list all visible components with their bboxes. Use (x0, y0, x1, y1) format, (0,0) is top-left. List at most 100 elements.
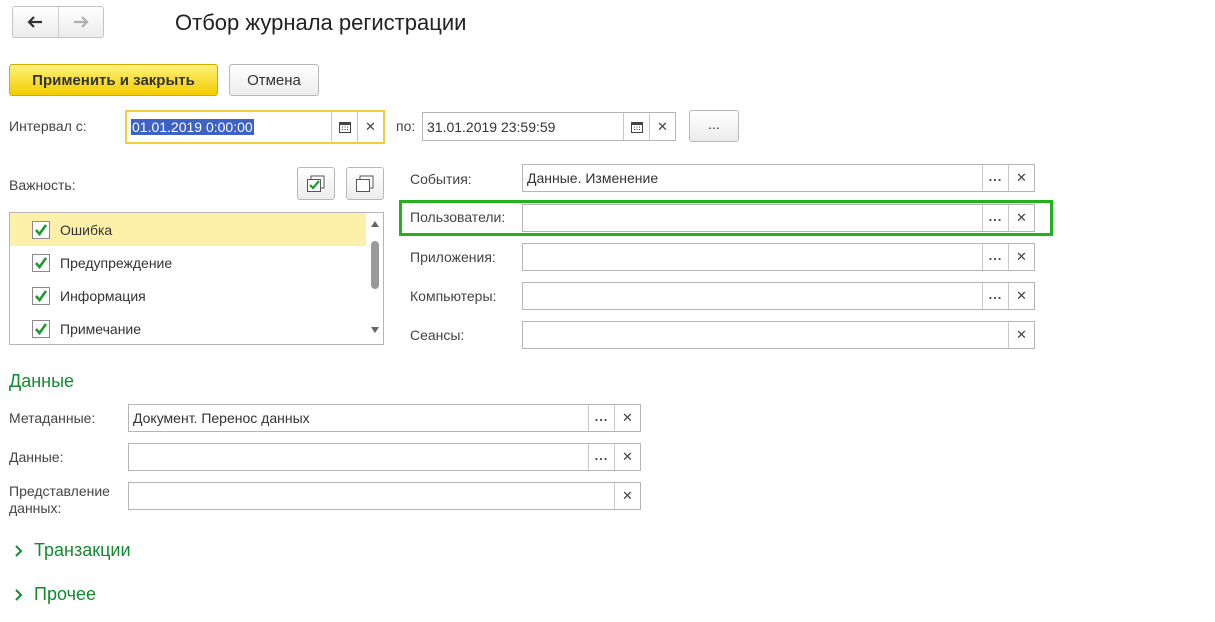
list-item-label: Предупреждение (60, 254, 173, 271)
uncheck-all-button[interactable] (346, 167, 384, 200)
applications-field[interactable]: ... ✕ (522, 243, 1035, 271)
interval-from-field[interactable]: 01.01.2019 0:00:00 ✕ (125, 110, 385, 144)
clear-button[interactable]: ✕ (1008, 165, 1034, 191)
metadata-field[interactable]: Документ. Перенос данных ... ✕ (128, 404, 641, 432)
clear-button[interactable]: ✕ (614, 483, 640, 509)
sessions-field[interactable]: ✕ (522, 321, 1035, 349)
checkbox[interactable] (32, 220, 50, 239)
chevron-right-icon (15, 588, 23, 601)
close-icon: ✕ (657, 118, 668, 134)
select-button[interactable]: ... (982, 283, 1008, 309)
close-icon: ✕ (1016, 170, 1027, 185)
sessions-value[interactable] (523, 322, 1008, 348)
select-button[interactable]: ... (982, 205, 1008, 231)
interval-to-field[interactable]: 31.01.2019 23:59:59 ✕ (422, 112, 676, 141)
calendar-icon (630, 121, 643, 133)
users-value[interactable] (523, 205, 982, 231)
select-button[interactable]: ... (982, 165, 1008, 191)
scroll-thumb[interactable] (371, 241, 379, 289)
close-icon: ✕ (1016, 249, 1027, 264)
checkbox[interactable] (32, 319, 50, 338)
data-presentation-label-line2: данных: (9, 500, 62, 516)
sessions-label: Сеансы: (410, 327, 465, 343)
interval-to-label: по: (396, 118, 416, 134)
data-field[interactable]: ... ✕ (128, 443, 641, 471)
list-item-label: Информация (60, 287, 146, 304)
data-value[interactable] (129, 444, 588, 470)
checkbox[interactable] (32, 253, 50, 272)
select-button[interactable]: ... (588, 444, 614, 470)
uncheck-all-icon (356, 175, 374, 192)
metadata-label: Метаданные: (9, 410, 96, 426)
clear-button[interactable]: ✕ (614, 444, 640, 470)
data-presentation-field[interactable]: ✕ (128, 482, 641, 510)
clear-button[interactable]: ✕ (1008, 283, 1034, 309)
interval-from-label: Интервал с: (9, 118, 87, 134)
clear-button[interactable]: ✕ (649, 113, 675, 140)
cancel-button[interactable]: Отмена (229, 64, 319, 96)
clear-button[interactable]: ✕ (1008, 244, 1034, 270)
other-group-header[interactable]: Прочее (14, 584, 96, 605)
users-label: Пользователи: (410, 209, 506, 225)
data-label: Данные: (9, 449, 64, 465)
clear-button[interactable]: ✕ (614, 405, 640, 431)
close-icon: ✕ (622, 488, 633, 503)
computers-field[interactable]: ... ✕ (522, 282, 1035, 310)
data-presentation-label: Представление данных: (9, 483, 110, 517)
importance-label: Важность: (9, 177, 76, 193)
check-all-button[interactable] (297, 167, 335, 200)
data-presentation-value[interactable] (129, 483, 614, 509)
data-section-title: Данные (9, 371, 75, 391)
clear-button[interactable]: ✕ (1008, 322, 1034, 348)
close-icon: ✕ (1016, 327, 1027, 342)
checkbox[interactable] (32, 286, 50, 305)
users-field[interactable]: ... ✕ (522, 204, 1035, 232)
checkmark-icon (35, 223, 48, 236)
list-item-label: Ошибка (60, 221, 113, 238)
calendar-button[interactable] (623, 113, 649, 140)
clear-button[interactable]: ✕ (357, 112, 383, 142)
arrow-right-icon (73, 16, 89, 28)
events-value[interactable]: Данные. Изменение (523, 165, 982, 191)
close-icon: ✕ (1016, 288, 1027, 303)
calendar-icon (338, 122, 351, 133)
checkmark-icon (35, 256, 48, 269)
checkmark-icon (35, 322, 48, 335)
scroll-down-icon[interactable] (371, 327, 379, 333)
checkmark-icon (35, 289, 48, 302)
close-icon: ✕ (365, 119, 376, 134)
calendar-button[interactable] (331, 112, 357, 142)
other-group-title: Прочее (34, 584, 96, 604)
interval-from-value[interactable]: 01.01.2019 0:00:00 (127, 112, 331, 142)
forward-button[interactable] (57, 7, 104, 37)
arrow-left-icon (27, 16, 43, 28)
check-all-icon (307, 175, 325, 192)
select-button[interactable]: ... (588, 405, 614, 431)
applications-label: Приложения: (410, 249, 496, 265)
back-button[interactable] (13, 7, 58, 37)
data-presentation-label-line1: Представление (9, 483, 110, 499)
clear-button[interactable]: ✕ (1008, 205, 1034, 231)
events-label: События: (410, 171, 472, 187)
window-title: Отбор журнала регистрации (175, 10, 467, 35)
apply-and-close-button[interactable]: Применить и закрыть (9, 64, 218, 96)
select-button[interactable]: ... (982, 244, 1008, 270)
list-item[interactable]: Примечание (10, 312, 366, 345)
scroll-up-icon[interactable] (371, 221, 379, 227)
computers-value[interactable] (523, 283, 982, 309)
list-item[interactable]: Предупреждение (10, 246, 366, 279)
close-icon: ✕ (622, 449, 633, 464)
close-icon: ✕ (1016, 210, 1027, 225)
metadata-value[interactable]: Документ. Перенос данных (129, 405, 588, 431)
applications-value[interactable] (523, 244, 982, 270)
events-field[interactable]: Данные. Изменение ... ✕ (522, 164, 1035, 192)
list-scrollbar[interactable] (367, 213, 383, 344)
interval-to-value[interactable]: 31.01.2019 23:59:59 (423, 113, 623, 140)
select-period-button[interactable]: ... (689, 110, 739, 142)
list-item-label: Примечание (60, 320, 142, 337)
chevron-right-icon (15, 544, 23, 557)
list-item[interactable]: Ошибка (10, 213, 366, 246)
list-item[interactable]: Информация (10, 279, 366, 312)
transactions-group-header[interactable]: Транзакции (14, 540, 131, 561)
importance-list[interactable]: Ошибка Предупреждение Информация Примеча… (9, 212, 384, 345)
